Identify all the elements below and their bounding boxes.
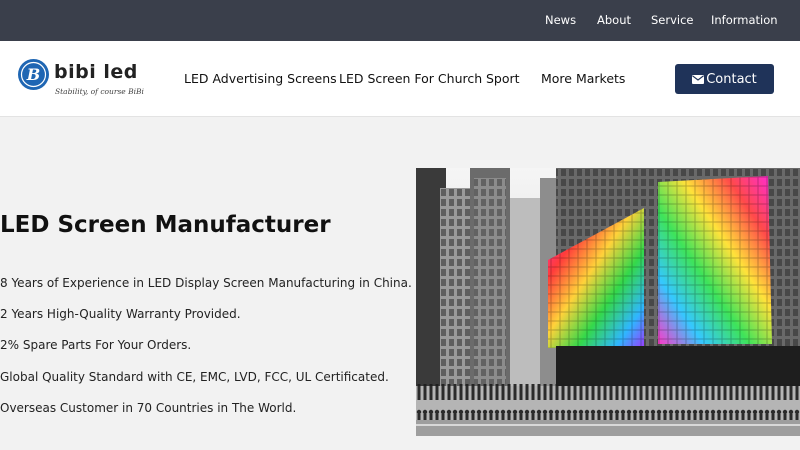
contact-button[interactable]: Contact [675, 64, 774, 94]
topbar-link-news[interactable]: News [545, 13, 576, 27]
hero-image [416, 168, 800, 436]
feature-item: 8 Years of Experience in LED Display Scr… [0, 276, 412, 290]
topbar-link-information[interactable]: Information [711, 13, 778, 27]
hero-title: LED Screen Manufacturer [0, 212, 331, 238]
topbar-link-about[interactable]: About [597, 13, 631, 27]
logo-tagline: Stability, of course BiBi [55, 87, 144, 96]
logo-letter: B [26, 65, 41, 84]
feature-item: Global Quality Standard with CE, EMC, LV… [0, 370, 389, 384]
envelope-icon [692, 74, 705, 84]
logo-icon[interactable]: B [18, 59, 49, 90]
nav-more-markets[interactable]: More Markets [541, 71, 625, 86]
nav-sport[interactable]: Sport [486, 71, 520, 86]
feature-item: Overseas Customer in 70 Countries in The… [0, 401, 297, 415]
nav-led-advertising-screens[interactable]: LED Advertising Screens [184, 71, 337, 86]
top-bar: News About Service Information [0, 0, 800, 41]
logo-brand-text[interactable]: bibi led [54, 61, 138, 83]
contact-button-label: Contact [706, 71, 757, 87]
feature-item: 2% Spare Parts For Your Orders. [0, 338, 192, 352]
feature-item: 2 Years High-Quality Warranty Provided. [0, 307, 241, 321]
nav-led-screen-for-church[interactable]: LED Screen For Church [339, 71, 482, 86]
hero-image-graphic [416, 168, 800, 436]
main-header: B bibi led Stability, of course BiBi LED… [0, 41, 800, 117]
topbar-link-service[interactable]: Service [651, 13, 694, 27]
